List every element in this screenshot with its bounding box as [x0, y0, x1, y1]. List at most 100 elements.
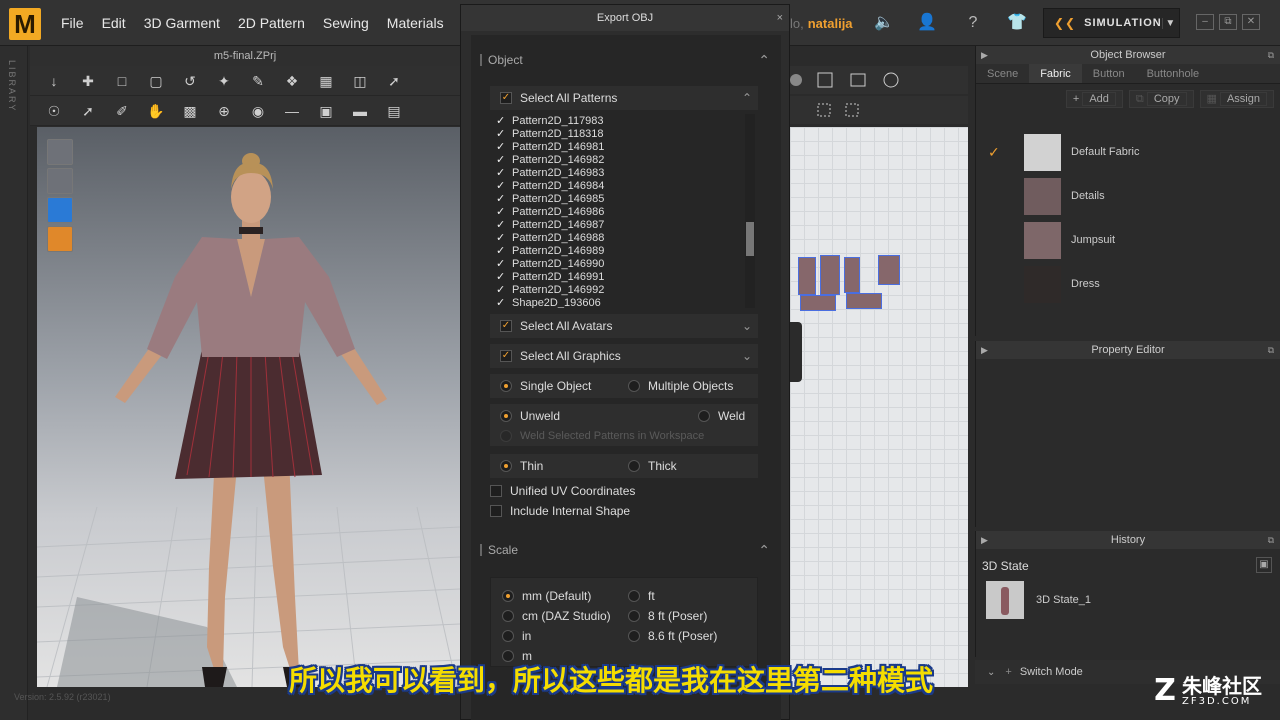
hatch-icon[interactable]: ▩: [180, 101, 200, 121]
unweld-radio[interactable]: [500, 410, 512, 422]
fabric-item-dress[interactable]: Dress: [988, 262, 1273, 306]
list-item[interactable]: ✓ Shape2D_193606: [496, 296, 736, 309]
user-name[interactable]: natalija: [808, 16, 853, 31]
menu-file[interactable]: File: [52, 15, 93, 31]
select-all-graphics-checkbox[interactable]: ✓: [500, 350, 512, 362]
fabric-item-default[interactable]: ✓ Default Fabric: [988, 130, 1273, 174]
collapse-icon[interactable]: ⌃: [758, 542, 770, 559]
2d-tools-icons[interactable]: [790, 66, 968, 94]
list-item[interactable]: ✓ Pattern2D_146982: [496, 153, 736, 167]
list-item[interactable]: ✓ Pattern2D_146988: [496, 231, 736, 245]
pin-icon[interactable]: ▶: [981, 531, 988, 549]
weld-option[interactable]: Weld: [698, 409, 745, 423]
maximize-icon[interactable]: ⧉: [1268, 46, 1274, 64]
chevron-down-icon[interactable]: ⌄: [987, 667, 995, 678]
select-all-avatars-row[interactable]: ✓ Select All Avatars ⌄: [490, 314, 758, 338]
chevron-down-icon[interactable]: ▼: [1161, 17, 1179, 29]
list-item[interactable]: ✓ Pattern2D_146985: [496, 192, 736, 206]
menu-sewing[interactable]: Sewing: [314, 15, 378, 31]
scale-8ft-option[interactable]: 8 ft (Poser): [628, 609, 707, 623]
assign-button[interactable]: ▦ Assign: [1199, 90, 1274, 108]
scale-ft-option[interactable]: ft: [628, 589, 655, 603]
tab-button[interactable]: Button: [1082, 64, 1136, 83]
scale-cm-radio[interactable]: [502, 610, 514, 622]
pattern-piece[interactable]: [800, 295, 836, 311]
texture-view-icon[interactable]: [47, 197, 73, 223]
tape-icon[interactable]: ➚: [78, 101, 98, 121]
avatar-skin-icon[interactable]: [47, 226, 73, 252]
list-item[interactable]: ✓ Pattern2D_146991: [496, 270, 736, 284]
button-icon[interactable]: ◉: [248, 101, 268, 121]
library-strip[interactable]: LIBRARY: [0, 46, 28, 720]
pattern-piece[interactable]: [878, 255, 900, 285]
collapse-icon[interactable]: ⌃: [742, 91, 752, 105]
pin-icon[interactable]: ▶: [981, 341, 988, 359]
select-move-icon[interactable]: ✚: [78, 71, 98, 91]
pattern-list-scrollbar[interactable]: [745, 114, 755, 308]
list-item[interactable]: ✓ Pattern2D_146987: [496, 218, 736, 232]
pin-icon[interactable]: ✦: [214, 71, 234, 91]
scrollbar-thumb[interactable]: [746, 222, 754, 256]
list-item[interactable]: ✓ Pattern2D_146990: [496, 257, 736, 271]
collapse-icon[interactable]: ⌃: [758, 52, 770, 69]
hand-icon[interactable]: ✋: [146, 101, 166, 121]
list-item[interactable]: ✓ Pattern2D_146983: [496, 166, 736, 180]
tab-buttonhole[interactable]: Buttonhole: [1136, 64, 1211, 83]
move-down-icon[interactable]: ↓: [44, 71, 64, 91]
history-delete-icon[interactable]: ▣: [1256, 557, 1272, 573]
arrange-icon[interactable]: ▦: [316, 71, 336, 91]
select-all-patterns-checkbox[interactable]: ✓: [500, 92, 512, 104]
weld-radio[interactable]: [698, 410, 710, 422]
fabric-item-jumpsuit[interactable]: Jumpsuit: [988, 218, 1273, 262]
scale-86ft-radio[interactable]: [628, 630, 640, 642]
scale-section-header[interactable]: Scale ⌃: [480, 538, 770, 562]
maximize-icon[interactable]: ⧉: [1268, 341, 1274, 359]
single-object-option[interactable]: Single Object: [500, 379, 628, 393]
user-icon[interactable]: 👤: [916, 12, 938, 34]
close-window-button[interactable]: ✕: [1242, 14, 1260, 30]
tack-icon[interactable]: ❖: [282, 71, 302, 91]
transform-icon[interactable]: ▢: [146, 71, 166, 91]
3d-viewport[interactable]: [37, 127, 460, 687]
lock-icon[interactable]: ▣: [316, 101, 336, 121]
menu-edit[interactable]: Edit: [93, 15, 135, 31]
menu-3d-garment[interactable]: 3D Garment: [135, 15, 229, 31]
close-icon[interactable]: ×: [777, 5, 783, 31]
edit-pen-icon[interactable]: ✐: [112, 101, 132, 121]
include-internal-row[interactable]: Include Internal Shape: [480, 501, 758, 521]
garment-visibility-icon[interactable]: [47, 139, 73, 165]
thick-option[interactable]: Thick: [628, 459, 677, 473]
brush-icon[interactable]: ✎: [248, 71, 268, 91]
tab-fabric[interactable]: Fabric: [1029, 64, 1082, 83]
scale-ft-radio[interactable]: [628, 590, 640, 602]
point-icon[interactable]: ⊕: [214, 101, 234, 121]
object-section-header[interactable]: Object ⌃: [480, 48, 770, 72]
multiple-objects-option[interactable]: Multiple Objects: [628, 379, 733, 393]
select-all-patterns-row[interactable]: ✓ Select All Patterns ⌃: [490, 86, 758, 110]
scale-mm-option[interactable]: mm (Default): [502, 589, 628, 603]
garment-icon[interactable]: 👕: [1006, 12, 1028, 34]
2d-tools-icons-2[interactable]: [790, 96, 968, 124]
speaker-icon[interactable]: 🔈: [873, 12, 895, 34]
copy-button[interactable]: ⧉ Copy: [1128, 90, 1194, 108]
stitch-icon[interactable]: ▤: [384, 101, 404, 121]
maximize-icon[interactable]: ⧉: [1268, 531, 1274, 549]
list-item[interactable]: ✓ Pattern2D_146989: [496, 244, 736, 258]
scale-mm-radio[interactable]: [502, 590, 514, 602]
avatar-visibility-icon[interactable]: [47, 168, 73, 194]
add-button[interactable]: + Add: [1065, 90, 1123, 108]
history-item[interactable]: 3D State_1: [986, 581, 1091, 619]
scale-in-option[interactable]: in: [502, 629, 628, 643]
list-item[interactable]: ✓ Pattern2D_146992: [496, 283, 736, 297]
pattern-piece[interactable]: [798, 257, 816, 295]
garment-fit-icon[interactable]: ◫: [350, 71, 370, 91]
select-all-graphics-row[interactable]: ✓ Select All Graphics ⌄: [490, 344, 758, 368]
puckering-icon[interactable]: ▬: [350, 101, 370, 121]
fold-icon[interactable]: ↺: [180, 71, 200, 91]
scale-in-radio[interactable]: [502, 630, 514, 642]
pattern-piece[interactable]: [844, 257, 860, 293]
scale-cm-option[interactable]: cm (DAZ Studio): [502, 609, 628, 623]
unweld-option[interactable]: Unweld: [500, 409, 698, 423]
list-item[interactable]: ✓ Pattern2D_146984: [496, 179, 736, 193]
pattern-piece[interactable]: [846, 293, 882, 309]
